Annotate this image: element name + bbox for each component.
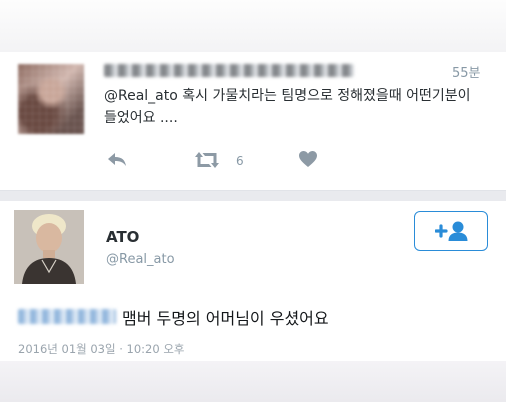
pixelation-overlay (18, 64, 84, 134)
blurred-mention (18, 309, 116, 324)
retweet-count: 6 (236, 154, 244, 168)
follow-button[interactable] (414, 211, 488, 251)
tweet-time: 55분 (452, 66, 481, 81)
reply-icon[interactable] (106, 150, 128, 172)
reply-tweet[interactable]: 55분 @Real_ato 혹시 가물치라는 팀명으로 정해졌을때 어떤기분이 … (0, 52, 506, 190)
profile-avatar[interactable] (14, 210, 84, 284)
heart-icon[interactable] (298, 150, 318, 172)
main-tweet[interactable]: ATO @Real_ato 맴버 두명의 어머님이 우셨어요 2016년 01월… (0, 201, 506, 361)
retweet-icon[interactable] (192, 150, 222, 174)
tweet-divider (0, 190, 506, 201)
screen-top-fade (0, 0, 506, 52)
screen-bottom-fade (0, 361, 506, 402)
blurred-avatar[interactable] (18, 64, 84, 134)
user-handle[interactable]: @Real_ato (106, 252, 175, 267)
follow-user-icon (435, 221, 468, 241)
tweet-timestamp[interactable]: 2016년 01월 03일 · 10:20 오후 (18, 341, 185, 357)
display-name[interactable]: ATO (106, 228, 139, 246)
tweet-text: 맴버 두명의 어머님이 우셨어요 (122, 309, 329, 328)
tweet-text: @Real_ato 혹시 가물치라는 팀명으로 정해졌을때 어떤기분이 들었어요… (104, 88, 471, 126)
blurred-username (104, 64, 354, 77)
